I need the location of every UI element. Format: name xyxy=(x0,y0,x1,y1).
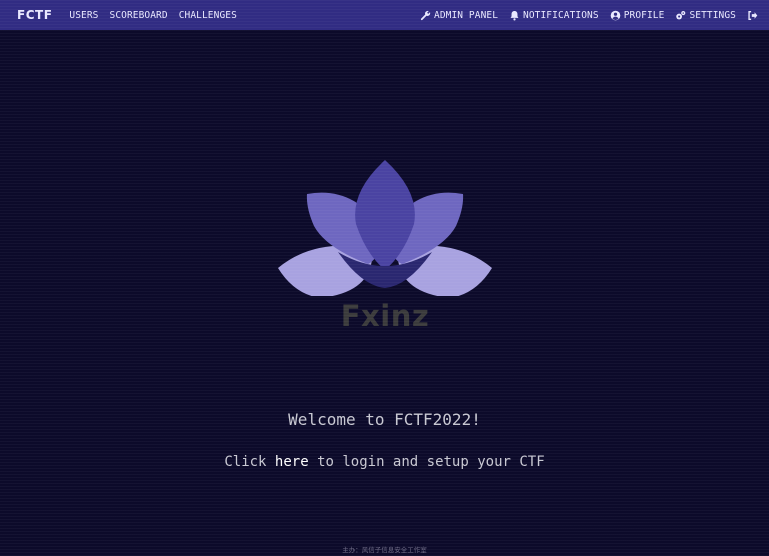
gears-icon xyxy=(675,10,686,21)
nav-users[interactable]: USERS xyxy=(69,10,98,21)
login-suffix: to login and setup your CTF xyxy=(308,454,545,470)
nav-settings[interactable]: SETTINGS xyxy=(675,10,736,21)
login-prefix: Click xyxy=(224,454,275,470)
nav-notifications[interactable]: NOTIFICATIONS xyxy=(509,10,599,21)
nav-right: ADMIN PANEL NOTIFICATIONS PROFILE SETTIN… xyxy=(409,10,761,21)
logo-text: Fxinz xyxy=(340,299,430,333)
nav-challenges[interactable]: CHALLENGES xyxy=(179,10,237,21)
nav-notifications-label: NOTIFICATIONS xyxy=(523,9,599,21)
login-instructions: Click here to login and setup your CTF xyxy=(0,454,769,470)
user-circle-icon xyxy=(610,10,621,21)
login-here-link[interactable]: here xyxy=(275,454,309,470)
bell-icon xyxy=(509,10,520,21)
footer-text: 主办：风信子信息安全工作室 xyxy=(342,546,427,554)
nav-admin-panel[interactable]: ADMIN PANEL xyxy=(420,10,498,21)
nav-profile[interactable]: PROFILE xyxy=(610,10,665,21)
wrench-icon xyxy=(420,10,431,21)
nav-settings-label: SETTINGS xyxy=(689,9,736,21)
welcome-heading: Welcome to FCTF2022! xyxy=(288,410,481,429)
nav-left: USERS SCOREBOARD CHALLENGES xyxy=(69,10,248,21)
lotus-logo-graphic xyxy=(278,160,492,298)
nav-scoreboard[interactable]: SCOREBOARD xyxy=(110,10,168,21)
logout-icon xyxy=(747,10,758,21)
nav-logout[interactable] xyxy=(747,10,761,21)
nav-admin-panel-label: ADMIN PANEL xyxy=(434,9,499,21)
top-navbar: FCTF USERS SCOREBOARD CHALLENGES ADMIN P… xyxy=(0,0,769,30)
nav-profile-label: PROFILE xyxy=(623,9,665,21)
fxinz-logo: Fxinz xyxy=(276,156,494,341)
brand-link[interactable]: FCTF xyxy=(17,8,52,22)
